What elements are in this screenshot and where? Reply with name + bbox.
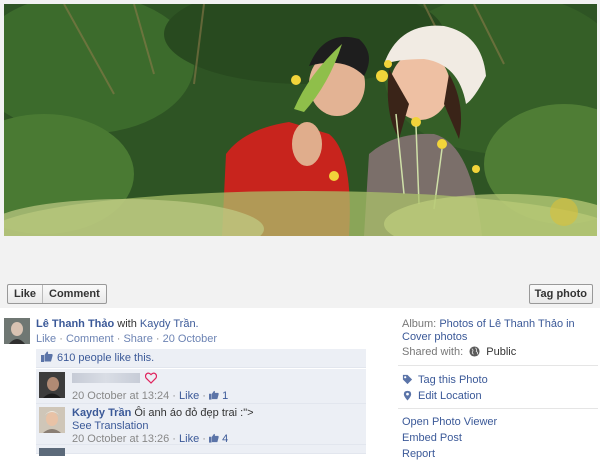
commenter-name-link[interactable]: Kaydy Trần [72, 407, 131, 419]
comment-like-count[interactable]: 4 [222, 433, 228, 445]
globe-icon [469, 346, 480, 357]
divider [398, 365, 598, 366]
thumbs-up-icon [209, 433, 219, 443]
tag-this-photo-row[interactable]: Tag this Photo [402, 374, 488, 386]
commenter-avatar[interactable] [39, 407, 65, 433]
photo-sidebar: Album: Photos of Lê Thanh Thảo in Cover … [398, 312, 600, 460]
photo-actions: Like Comment Tag photo [0, 284, 600, 306]
separator-dot: · [116, 333, 121, 345]
with-text: with [117, 318, 137, 330]
post-comment-link[interactable]: Comment [66, 333, 114, 345]
blurred-commenter-name [72, 373, 140, 383]
open-photo-viewer-row[interactable]: Open Photo Viewer [402, 416, 497, 428]
likes-count-link[interactable]: 610 people like this. [57, 352, 154, 364]
edit-location-row[interactable]: Edit Location [402, 390, 482, 402]
commenter-avatar[interactable] [39, 448, 65, 456]
divider [398, 408, 598, 409]
owner-avatar[interactable] [4, 318, 30, 344]
comment-item: 20 October at 13:24 · Like · 1 [36, 369, 366, 404]
report-row[interactable]: Report [402, 448, 435, 460]
comment-like-link[interactable]: Like [179, 390, 199, 402]
edit-location-link[interactable]: Edit Location [418, 390, 482, 402]
separator-dot: · [155, 333, 160, 345]
report-link[interactable]: Report [402, 448, 435, 460]
comment-body: Kaydy Trần Ôi anh áo đỏ đẹp trai :"> See… [72, 407, 362, 446]
album-info: Album: Photos of Lê Thanh Thảo in Cover … [402, 318, 587, 344]
commenter-avatar[interactable] [39, 372, 65, 398]
thumbs-up-icon [41, 351, 53, 362]
comment-text: Ôi anh áo đỏ đẹp trai :"> [134, 407, 254, 419]
photo-stage: Like Comment Tag photo [0, 0, 600, 308]
heart-icon [145, 372, 158, 384]
tag-this-photo-link[interactable]: Tag this Photo [418, 374, 488, 386]
comment-like-count[interactable]: 1 [222, 390, 228, 402]
photo[interactable] [4, 4, 597, 236]
separator-dot: · [172, 390, 176, 402]
post-details: Lê Thanh Thảo with Kaydy Trần. Like · Co… [0, 312, 375, 456]
thumbs-up-icon [209, 390, 219, 400]
embed-post-row[interactable]: Embed Post [402, 432, 462, 444]
comment-item: Kaydy Trần Ôi anh áo đỏ đẹp trai :"> See… [36, 404, 366, 445]
commenter-avatar-image [39, 372, 65, 398]
embed-post-link[interactable]: Embed Post [402, 432, 462, 444]
comment-like-link[interactable]: Like [179, 433, 199, 445]
privacy-info: Shared with: Public [402, 346, 516, 358]
post-like-link[interactable]: Like [36, 333, 56, 345]
owner-name-link[interactable]: Lê Thanh Thảo [36, 318, 114, 330]
likes-summary: 610 people like this. [36, 349, 366, 368]
separator-dot: · [59, 333, 63, 345]
like-comment-button-group: Like Comment [7, 284, 107, 304]
comment-timestamp[interactable]: 20 October at 13:24 [72, 390, 169, 402]
comment-item-partial [36, 445, 366, 456]
owner-avatar-image [4, 318, 30, 344]
separator-dot: · [172, 433, 176, 445]
commenter-avatar-image [39, 407, 65, 433]
post-actions: Like · Comment · Share · 20 October [36, 333, 217, 345]
separator-dot: · [202, 433, 206, 445]
see-translation-link[interactable]: See Translation [72, 420, 148, 432]
comment-timestamp[interactable]: 20 October at 13:26 [72, 433, 169, 445]
photo-like-button[interactable]: Like [8, 285, 42, 303]
album-label: Album: [402, 318, 437, 330]
privacy-selector[interactable]: Public [486, 346, 516, 358]
separator-dot: · [202, 390, 206, 402]
post-share-link[interactable]: Share [123, 333, 152, 345]
comment-body: 20 October at 13:24 · Like · 1 [72, 372, 362, 403]
location-pin-icon [403, 390, 412, 401]
photo-image [4, 4, 597, 236]
tag-photo-button[interactable]: Tag photo [528, 284, 593, 304]
photo-comment-button[interactable]: Comment [43, 285, 106, 303]
shared-with-label: Shared with: [402, 346, 464, 358]
tagged-person-link[interactable]: Kaydy Trần. [140, 318, 199, 330]
tag-icon [402, 374, 413, 385]
owner-line: Lê Thanh Thảo with Kaydy Trần. [36, 318, 199, 330]
post-date-link[interactable]: 20 October [163, 333, 217, 345]
open-photo-viewer-link[interactable]: Open Photo Viewer [402, 416, 497, 428]
